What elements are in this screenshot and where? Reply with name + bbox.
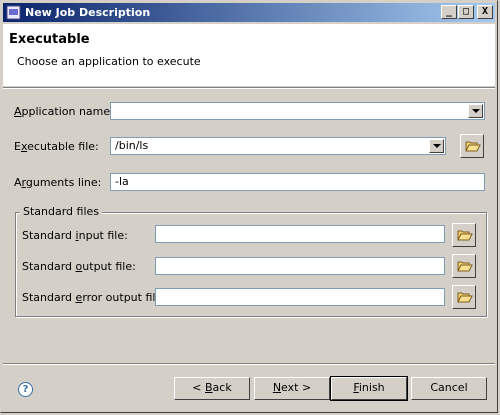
folder-open-icon	[457, 292, 473, 303]
browse-input-button[interactable]	[452, 223, 476, 247]
application-name-label: Application name:	[14, 105, 114, 118]
footer-separator	[3, 363, 495, 365]
standard-files-title: Standard files	[20, 205, 103, 218]
minimize-button[interactable]: _	[441, 5, 457, 19]
browse-output-button[interactable]	[452, 254, 476, 278]
executable-file-label: Executable file:	[14, 140, 99, 153]
folder-open-icon	[465, 141, 481, 152]
close-button[interactable]: X	[477, 5, 493, 19]
folder-open-icon	[457, 230, 473, 241]
browse-error-button[interactable]	[452, 285, 476, 309]
dialog-window: New Job Description _ □ X Executable Cho…	[0, 0, 498, 413]
page-description: Choose an application to execute	[17, 55, 201, 68]
standard-error-label: Standard error output file:	[22, 291, 166, 304]
executable-file-value: /bin/ls	[115, 139, 149, 152]
arguments-line-label: Arguments line:	[14, 176, 102, 189]
standard-output-label: Standard output file:	[22, 260, 136, 273]
application-name-combo[interactable]	[110, 102, 485, 120]
wizard-header: Executable Choose an application to exec…	[3, 24, 495, 86]
next-button[interactable]: Next >	[254, 377, 330, 400]
maximize-button[interactable]: □	[458, 5, 474, 19]
cancel-button[interactable]: Cancel	[411, 377, 487, 400]
chevron-down-icon[interactable]	[429, 139, 444, 153]
standard-input-field[interactable]	[155, 225, 445, 243]
back-button[interactable]: < Back	[174, 377, 250, 400]
standard-input-label: Standard input file:	[22, 229, 128, 242]
chevron-down-icon[interactable]	[468, 104, 483, 118]
browse-executable-button[interactable]	[460, 134, 484, 158]
help-icon[interactable]: ?	[18, 382, 33, 397]
page-title: Executable	[9, 32, 90, 47]
executable-file-combo[interactable]: /bin/ls	[110, 137, 446, 155]
title-bar[interactable]: New Job Description _ □ X	[3, 3, 495, 22]
window-title: New Job Description	[25, 6, 151, 19]
folder-open-icon	[457, 261, 473, 272]
app-icon	[6, 5, 21, 20]
standard-output-field[interactable]	[155, 257, 445, 275]
finish-button[interactable]: Finish	[330, 376, 408, 401]
arguments-line-input[interactable]: -la	[110, 173, 485, 191]
header-separator	[3, 87, 495, 89]
standard-error-field[interactable]	[155, 288, 445, 306]
